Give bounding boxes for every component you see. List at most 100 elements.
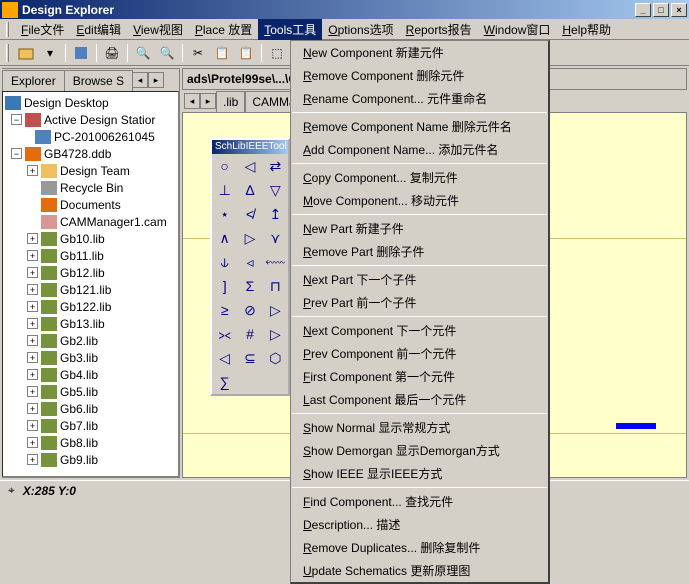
tree-cam[interactable]: CAMManager1.cam	[5, 213, 176, 230]
tree-lib-item[interactable]: +Gb4.lib	[5, 366, 176, 383]
maximize-button[interactable]: □	[653, 3, 669, 17]
tree-lib-item[interactable]: +Gb13.lib	[5, 315, 176, 332]
palette-tool[interactable]: ⊓	[263, 274, 288, 298]
tab-browse[interactable]: Browse S	[64, 70, 133, 91]
palette-tool[interactable]: ↥	[263, 202, 288, 226]
menu-item[interactable]: Show Demorgan 显示Demorgan方式	[291, 439, 548, 462]
menu-item[interactable]: Remove Duplicates... 删除复制件	[291, 536, 548, 559]
zoom-in-icon[interactable]: 🔍	[132, 42, 154, 64]
menu-item[interactable]: Find Component... 查找元件	[291, 490, 548, 513]
palette-tool[interactable]: ⋎	[263, 226, 288, 250]
palette-tool[interactable]: ∧	[212, 226, 237, 250]
menu-item[interactable]: Rename Component... 元件重命名	[291, 87, 548, 110]
close-button[interactable]: ×	[671, 3, 687, 17]
folder-icon[interactable]	[15, 42, 37, 64]
palette-tool[interactable]: Σ	[237, 274, 262, 298]
menu-item[interactable]: Remove Component Name 删除元件名	[291, 115, 548, 138]
tree-lib-item[interactable]: +Gb8.lib	[5, 434, 176, 451]
minimize-button[interactable]: _	[635, 3, 651, 17]
menubar-grip[interactable]	[6, 22, 9, 37]
palette-tool[interactable]: ]	[212, 274, 237, 298]
menu-item[interactable]: Prev Component 前一个元件	[291, 342, 548, 365]
tree-lib-item[interactable]: +Gb5.lib	[5, 383, 176, 400]
menu-item[interactable]: Update Schematics 更新原理图	[291, 559, 548, 582]
tree-lib-item[interactable]: +Gb9.lib	[5, 451, 176, 468]
menu-item[interactable]: Move Component... 移动元件	[291, 189, 548, 212]
tree-lib-item[interactable]: +Gb12.lib	[5, 264, 176, 281]
menu-file文件[interactable]: File文件	[15, 19, 70, 40]
menu-item[interactable]: Last Component 最后一个元件	[291, 388, 548, 411]
tree-lib-item[interactable]: +Gb121.lib	[5, 281, 176, 298]
tree-lib-item[interactable]: +Gb2.lib	[5, 332, 176, 349]
palette-tool[interactable]: ◁	[237, 154, 262, 178]
cut-icon[interactable]: ✂	[187, 42, 209, 64]
palette-tool[interactable]: ∆	[237, 178, 262, 202]
palette-tool[interactable]: ▷	[263, 322, 288, 346]
palette-tool[interactable]: ⋆	[212, 202, 237, 226]
lib-tab[interactable]: .lib	[216, 91, 245, 112]
tab-scroll-left[interactable]: ◂	[132, 72, 148, 88]
palette-tool[interactable]: ⊆	[237, 346, 262, 370]
menu-item[interactable]: Copy Component... 复制元件	[291, 166, 548, 189]
tree-station[interactable]: −Active Design Statior	[5, 111, 176, 128]
palette-tool[interactable]: ⇄	[263, 154, 288, 178]
tab-scroll-right[interactable]: ▸	[148, 72, 164, 88]
lib-tab-scroll[interactable]: ▸	[200, 93, 216, 109]
tree-lib-item[interactable]: +Gb6.lib	[5, 400, 176, 417]
palette-tool[interactable]: ≥	[212, 298, 237, 322]
tab-explorer[interactable]: Explorer	[2, 70, 65, 91]
palette-tool[interactable]: ○	[212, 154, 237, 178]
menu-item[interactable]: Add Component Name... 添加元件名	[291, 138, 548, 161]
palette-tool[interactable]: ▷	[237, 226, 262, 250]
menu-tools工具[interactable]: Tools工具	[258, 19, 322, 40]
palette-tool[interactable]: ⊥	[212, 178, 237, 202]
save-icon[interactable]	[70, 42, 92, 64]
palette-tool[interactable]: ⪥	[212, 322, 237, 346]
menu-item[interactable]: Remove Component 删除元件	[291, 64, 548, 87]
menu-item[interactable]: Show Normal 显示常规方式	[291, 416, 548, 439]
palette-tool[interactable]: ⫝	[212, 250, 237, 274]
menu-item[interactable]: Next Component 下一个元件	[291, 319, 548, 342]
menu-view视图[interactable]: View视图	[127, 19, 189, 40]
toolbar-grip[interactable]	[6, 44, 9, 62]
tree-design-team[interactable]: +Design Team	[5, 162, 176, 179]
palette-tool[interactable]: ▷	[263, 298, 288, 322]
menu-item[interactable]: Show IEEE 显示IEEE方式	[291, 462, 548, 485]
design-object[interactable]	[616, 423, 656, 429]
menu-options选项[interactable]: Options选项	[322, 19, 399, 40]
menu-item[interactable]: Remove Part 删除子件	[291, 240, 548, 263]
paste-icon[interactable]: 📋	[235, 42, 257, 64]
doc-icon[interactable]: ▾	[39, 42, 61, 64]
menu-help帮助[interactable]: Help帮助	[556, 19, 617, 40]
menu-item[interactable]: Next Part 下一个子件	[291, 268, 548, 291]
tree-lib-item[interactable]: +Gb7.lib	[5, 417, 176, 434]
menu-item[interactable]: New Part 新建子件	[291, 217, 548, 240]
menu-item[interactable]: Description... 描述	[291, 513, 548, 536]
palette-tool[interactable]: ⊘	[237, 298, 262, 322]
palette-tool[interactable]: ∑	[212, 370, 237, 394]
tree-documents[interactable]: Documents	[5, 196, 176, 213]
palette-tool[interactable]: #	[237, 322, 262, 346]
tree-lib-item[interactable]: +Gb11.lib	[5, 247, 176, 264]
tools-menu-dropdown[interactable]: New Component 新建元件Remove Component 删除元件R…	[290, 40, 550, 584]
menu-edit编辑[interactable]: Edit编辑	[70, 19, 127, 40]
palette-tool[interactable]: ◃	[237, 250, 262, 274]
ieee-tool-palette[interactable]: SchLibIEEETool ○◁⇄⊥∆▽⋆≮↥∧▷⋎⫝◃⬳]Σ⊓≥⊘▷⪥#▷◁…	[210, 138, 290, 396]
lib-tab-scroll[interactable]: ◂	[184, 93, 200, 109]
tree-recycle[interactable]: Recycle Bin	[5, 179, 176, 196]
zoom-out-icon[interactable]: 🔍	[156, 42, 178, 64]
palette-tool[interactable]: ⬡	[263, 346, 288, 370]
tree-ddb[interactable]: −GB4728.ddb	[5, 145, 176, 162]
menu-place 放置[interactable]: Place 放置	[189, 19, 258, 40]
tree-lib-item[interactable]: +Gb10.lib	[5, 230, 176, 247]
palette-tool[interactable]: ≮	[237, 202, 262, 226]
menu-item[interactable]: Prev Part 前一个子件	[291, 291, 548, 314]
palette-tool[interactable]: ▽	[263, 178, 288, 202]
tree-lib-item[interactable]: +Gb3.lib	[5, 349, 176, 366]
menu-reports报告[interactable]: Reports报告	[400, 19, 478, 40]
tree-lib-item[interactable]: +Gb122.lib	[5, 298, 176, 315]
copy-icon[interactable]: 📋	[211, 42, 233, 64]
select-icon[interactable]: ⬚	[266, 42, 288, 64]
palette-tool[interactable]: ⬳	[263, 250, 288, 274]
menu-item[interactable]: First Component 第一个元件	[291, 365, 548, 388]
